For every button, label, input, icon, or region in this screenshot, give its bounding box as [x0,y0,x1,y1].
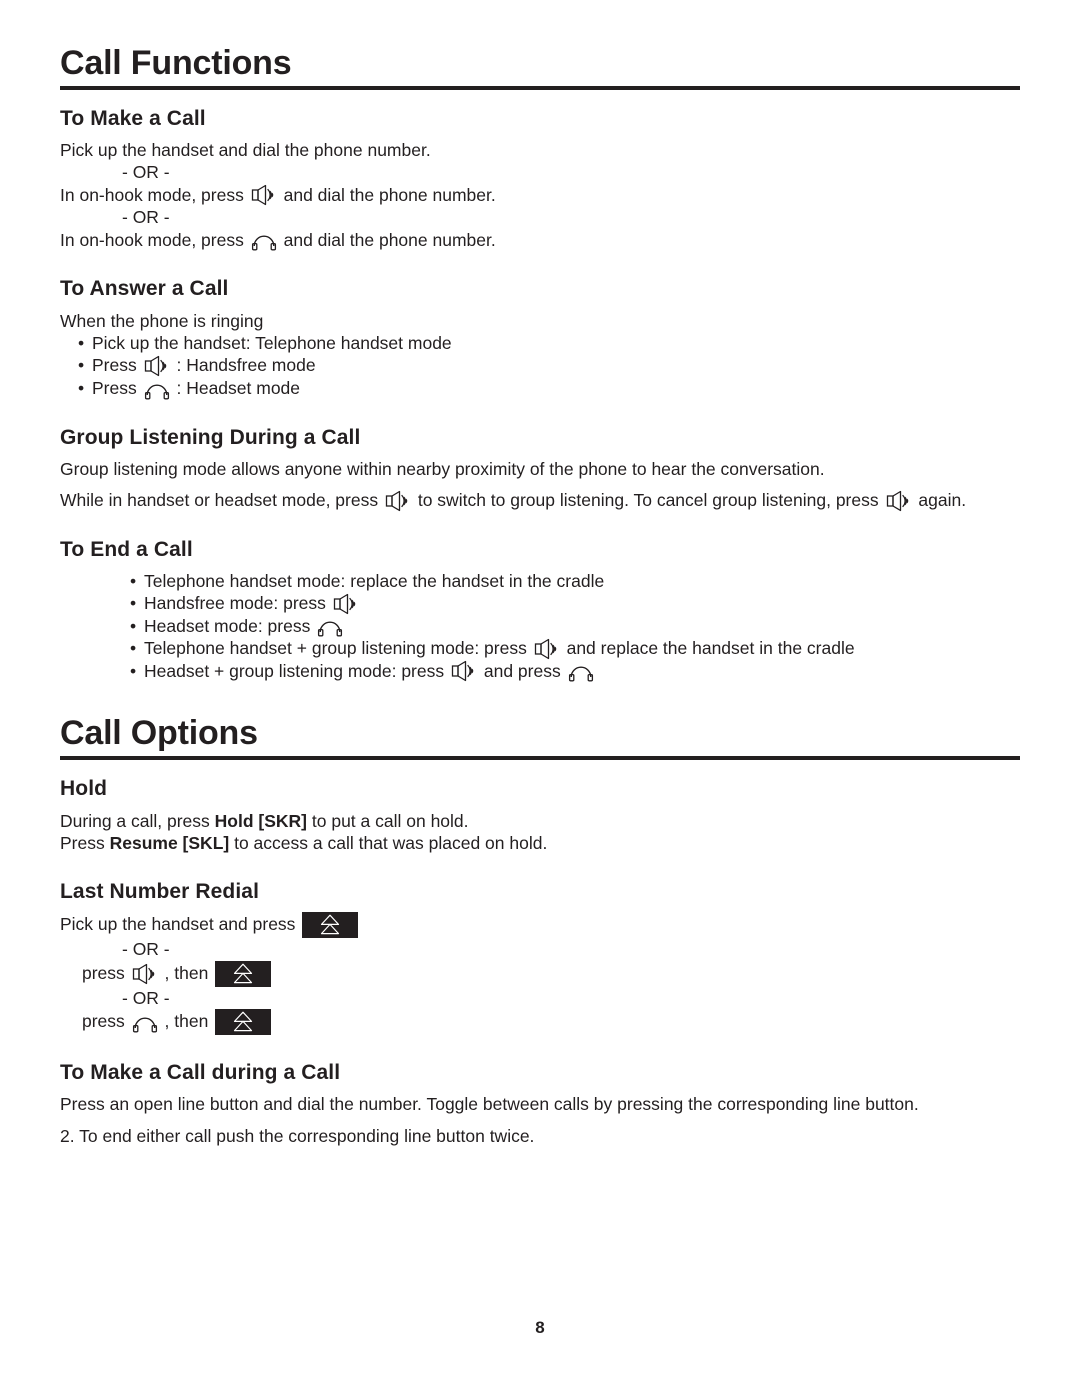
speaker-icon [385,490,411,512]
make-call-or-2: - OR - [122,207,170,228]
redial-line-1-prefix: Pick up the handset and press [60,914,296,935]
document-page: Call Functions To Make a Call Pick up th… [0,0,1080,1397]
subheading-to-make-a-call: To Make a Call [60,107,206,130]
bullet-marker: • [130,593,137,614]
bullet-marker: • [130,570,137,591]
headset-icon [144,378,170,400]
redial-line-2-prefix: press [82,962,125,983]
subheading-group-listening: Group Listening During a Call [60,425,361,449]
redial-key-button[interactable] [215,960,272,987]
hold-line-2-part-2: to access a call that was placed on hold… [229,832,548,853]
bullet-marker: • [78,377,85,398]
hold-line-1-part-1: During a call, press [60,810,215,831]
speaker-icon [534,638,560,660]
end-call-bullet-2-prefix: Handsfree mode: press [144,593,326,614]
page-content: Call Functions To Make a Call Pick up th… [60,46,1020,1147]
make-call-or-1: - OR - [122,162,170,183]
subheading-last-number-redial: Last Number Redial [60,880,260,904]
headset-icon [317,615,343,637]
make-call-line-3-suffix: and dial the phone number. [283,229,496,250]
speaker-icon [333,593,359,615]
answer-call-intro: When the phone is ringing [60,310,264,331]
subheading-make-call-during-call: To Make a Call during a Call [60,1061,341,1085]
make-call-line-2-suffix: and dial the phone number. [283,184,496,205]
answer-call-bullet-1: • Pick up the handset: Telephone handset … [60,332,1020,354]
group-listening-line-1: Group listening mode allows anyone withi… [60,458,825,479]
bullet-marker: • [78,355,85,376]
answer-call-bullet-2-prefix: Press [92,355,137,376]
group-listening-line-2-part-3: again. [918,490,967,510]
subheading-to-answer-a-call: To Answer a Call [60,277,229,301]
headset-icon [251,229,277,251]
answer-call-bullet-2-suffix: : Handsfree mode [176,355,316,376]
make-call-line-2: In on-hook mode, press and dial the phon… [60,184,1020,207]
headset-icon [568,660,594,682]
answer-call-bullet-3-prefix: Press [92,377,137,398]
make-call-line-2-prefix: In on-hook mode, press [60,184,244,205]
hold-line-1: During a call, press Hold [SKR] to put a… [60,810,1020,832]
speaker-icon [886,490,912,512]
make-call-line-1: Pick up the handset and dial the phone n… [60,140,431,161]
end-call-bullet-1-text: Telephone handset mode: replace the hand… [144,570,605,591]
redial-key-button[interactable] [215,1009,272,1036]
end-call-bullet-3-prefix: Headset mode: press [144,615,311,636]
end-call-bullet-5-mid: and press [483,660,561,681]
end-call-bullet-4: • Telephone handset + group listening mod… [60,637,1020,660]
end-call-bullet-3: • Headset mode: press [60,615,1020,638]
bullet-marker: • [130,660,137,681]
bullet-marker: • [78,332,85,353]
hold-line-1-bold: Hold [SKR] [214,810,308,831]
answer-call-bullet-3-suffix: : Headset mode [176,377,301,398]
section-heading-call-options: Call Options [60,716,1020,761]
end-call-bullet-5: • Headset + group listening mode: press a… [60,660,1020,683]
group-listening-line-2-part-2: to switch to group listening. To cancel … [417,490,879,510]
redial-line-2: press , then [60,960,1020,987]
section-heading-call-functions: Call Functions [60,46,1020,90]
answer-call-bullet-2: • Press : Handsfree mode [60,354,1020,377]
make-call-line-3-prefix: In on-hook mode, press [60,229,244,250]
hold-line-2-part-1: Press [60,832,110,853]
end-call-bullet-1: • Telephone handset mode: replace the han… [60,570,1020,592]
hold-line-2: Press Resume [SKL] to access a call that… [60,832,1020,854]
group-listening-line-2: While in handset or headset mode, press … [60,489,1020,512]
bullet-marker: • [130,638,137,659]
call-during-call-line-1: Press an open line button and dial the n… [60,1094,919,1115]
end-call-bullet-4-prefix: Telephone handset + group listening mode… [144,638,527,659]
speaker-icon [251,184,277,206]
subheading-hold: Hold [60,777,108,801]
speaker-icon [144,355,170,377]
group-listening-line-2-part-1: While in handset or headset mode, press [60,490,379,510]
headset-icon [132,1011,158,1033]
redial-line-3-mid: , then [164,1011,209,1032]
redial-line-1: Pick up the handset and press [60,912,1020,939]
call-during-call-line-2: 2. To end either call push the correspon… [60,1125,535,1146]
redial-or-1: - OR - [122,939,170,960]
hold-line-2-bold: Resume [SKL] [109,832,230,853]
redial-line-3: press , then [60,1009,1020,1036]
end-call-bullet-2: • Handsfree mode: press [60,592,1020,615]
redial-or-2: - OR - [122,987,170,1008]
end-call-bullet-5-prefix: Headset + group listening mode: press [144,660,445,681]
hold-line-1-part-2: to put a call on hold. [307,810,469,831]
make-call-line-3: In on-hook mode, press and dial the phon… [60,229,1020,252]
page-number: 8 [535,1318,545,1337]
speaker-icon [132,963,158,985]
bullet-marker: • [130,615,137,636]
redial-line-2-mid: , then [164,962,209,983]
redial-key-button[interactable] [302,912,359,939]
subheading-to-end-a-call: To End a Call [60,537,193,561]
speaker-icon [451,660,477,682]
end-call-bullet-4-suffix: and replace the handset in the cradle [566,638,855,659]
redial-line-3-prefix: press [82,1011,125,1032]
answer-call-bullet-1-text: Pick up the handset: Telephone handset m… [92,332,452,353]
answer-call-bullet-3: • Press : Headset mode [60,377,1020,400]
